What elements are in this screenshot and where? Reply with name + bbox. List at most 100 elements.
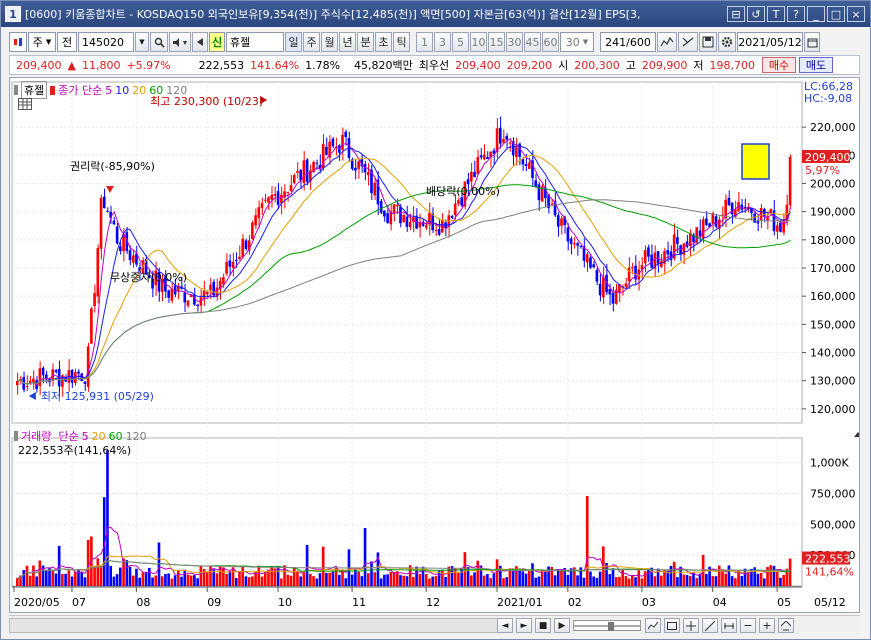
volume-bar [544,570,547,586]
scroll-right-button[interactable]: ► [516,618,532,633]
search-icon[interactable] [150,32,168,52]
volume-bar [627,578,631,586]
period-month[interactable]: 월 [321,32,338,52]
interval-custom-select[interactable]: 30 ▼ [560,32,594,52]
period-year[interactable]: 년 [339,32,356,52]
chart-canvas[interactable]: 220,000210,000200,000190,000180,000170,0… [10,78,859,612]
market-select[interactable]: 주 ▼ [28,32,56,52]
date-input[interactable]: 2021/05/12 [737,32,803,52]
zoom-in-button[interactable]: + [759,618,775,633]
refresh-icon[interactable]: ↺ [747,6,765,22]
play-button[interactable]: ▶ [554,618,570,633]
candle [112,220,116,225]
buy-button[interactable]: 매수 [762,57,796,73]
volume-bar [112,576,116,586]
all-select[interactable]: 전 [57,32,77,52]
interval-10[interactable]: 10 [470,32,487,52]
candle [457,200,460,204]
drag-handle-icon[interactable] [14,85,18,95]
candle [383,210,386,217]
bar-count-input[interactable]: 241/600 [600,32,656,52]
period-tick[interactable]: 틱 [393,32,410,52]
preferred-label: 최우선 [418,59,450,72]
maximize-icon[interactable]: □ [827,6,845,22]
volume-bar [730,576,734,586]
candle [280,194,283,204]
stock-tab[interactable]: 휴젤 [21,81,48,99]
window-menu-icon[interactable]: ⊟ [727,6,745,22]
stock-code-input[interactable]: 145020 [78,32,134,52]
volume-bar [618,576,621,586]
candle [231,261,235,269]
volume-value: 222,553 [198,58,245,72]
trendline-icon[interactable] [702,618,718,633]
zoom-slider[interactable] [573,620,641,631]
candle [344,131,348,138]
scroll-left-button[interactable]: ◄ [497,618,513,633]
volume-bar [428,578,431,586]
candle [379,201,383,213]
volume-bar [234,578,238,586]
chart-area[interactable]: 220,000210,000200,000190,000180,000170,0… [9,77,860,613]
drag-handle-icon[interactable] [14,431,18,441]
chart-scrollbar[interactable]: ◄ ► ■ ▶ − + [9,615,860,635]
interval-5[interactable]: 5 [452,32,469,52]
stop-button[interactable]: ■ [535,618,551,633]
interval-45[interactable]: 45 [524,32,541,52]
interval-60[interactable]: 60 [542,32,559,52]
interval-1[interactable]: 1 [416,32,433,52]
volume-bar [779,577,782,586]
calendar-icon[interactable] [804,32,820,52]
code-dropdown[interactable]: ▼ [135,32,149,52]
auto-scale-icon[interactable] [778,618,794,633]
scroll-track[interactable] [9,618,499,633]
ma-10-legend: 10 [115,83,130,97]
candle [16,380,19,386]
save-icon[interactable] [699,32,717,52]
volume-bar [176,570,180,586]
candle [292,175,296,183]
measure-icon[interactable] [721,618,737,633]
period-minute[interactable]: 분 [357,32,374,52]
crosshair-icon[interactable] [683,618,699,633]
candle [41,367,45,376]
text-icon[interactable]: T [767,6,785,22]
zoom-out-button[interactable]: − [740,618,756,633]
candle [585,254,589,263]
candle [25,386,29,388]
help-icon[interactable]: ? [787,6,805,22]
draw-tool-icon[interactable] [678,32,698,52]
close-icon[interactable]: × [847,6,865,22]
candle [579,245,583,247]
indicator-icon[interactable] [657,32,677,52]
interval-15[interactable]: 15 [488,32,505,52]
volume-bar [711,576,715,586]
grid-icon[interactable] [18,98,32,110]
interval-30[interactable]: 30 [506,32,523,52]
candle [260,203,264,208]
speaker-icon[interactable] [169,32,191,52]
period-day[interactable]: 일 [285,32,302,52]
volume-bar [35,576,38,586]
chart-type-line-icon[interactable] [645,618,661,633]
period-second[interactable]: 초 [375,32,392,52]
prev-stock-icon[interactable] [192,32,208,52]
volume-bar [321,546,325,586]
candle [705,218,708,225]
app-badge[interactable]: 1 [5,6,21,22]
new-listing-badge: 신 [209,32,225,52]
interval-3[interactable]: 3 [434,32,451,52]
vol-ma-20-legend: 20 [91,429,106,443]
settings-gear-icon[interactable] [718,32,736,52]
vol-ma-5-legend: 5 [81,429,89,443]
minimize-icon[interactable]: _ [807,6,825,22]
candle [225,261,228,274]
candle [402,215,406,223]
chart-layout-icon[interactable] [664,618,680,633]
candle [270,195,273,200]
chart-type-icon[interactable] [9,32,27,52]
sell-button[interactable]: 매도 [799,57,833,73]
period-week[interactable]: 주 [303,32,320,52]
candle [566,227,570,242]
candle [257,207,261,219]
